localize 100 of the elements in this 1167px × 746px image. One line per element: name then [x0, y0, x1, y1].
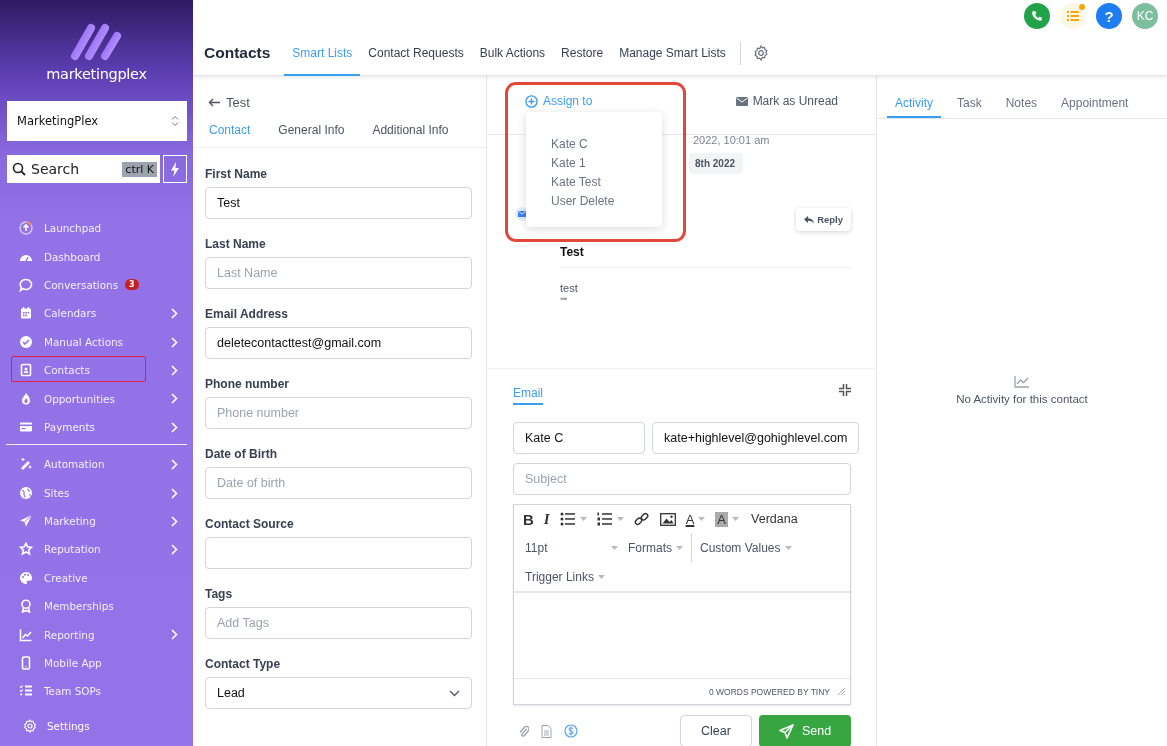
image-icon[interactable] — [659, 512, 676, 526]
assign-button[interactable]: Assign to — [525, 94, 593, 108]
address-book-icon — [19, 363, 33, 378]
field-label: Phone number — [205, 377, 290, 391]
message-subject: Test — [560, 245, 851, 268]
caret-down-icon — [611, 545, 618, 550]
chart-icon — [19, 627, 33, 642]
activity-tab[interactable]: Notes — [997, 90, 1046, 118]
star-icon — [19, 542, 33, 557]
nav-tab[interactable]: Bulk Actions — [471, 31, 554, 76]
sidebar-item[interactable]: Memberships — [0, 592, 193, 621]
account-select[interactable]: MarketingPlex — [7, 101, 187, 141]
input-field[interactable] — [205, 537, 472, 569]
dropdown-item[interactable]: User Delete — [551, 194, 662, 213]
notification-badge: 3 — [125, 279, 139, 291]
field-label: First Name — [205, 167, 269, 181]
sidebar-item[interactable]: Automation — [0, 450, 193, 479]
collapse-icon[interactable] — [839, 384, 851, 396]
caret-down-icon — [698, 517, 706, 521]
input-field[interactable]: deletecontacttest@gmail.com — [205, 327, 472, 359]
detail-tab[interactable]: Additional Info — [364, 115, 457, 147]
highlight-color-button[interactable]: A — [715, 511, 729, 527]
nav-tab[interactable]: Contact Requests — [360, 31, 472, 76]
paper-plane-icon — [778, 723, 794, 739]
input-field[interactable]: Test — [205, 187, 472, 219]
input-field[interactable]: Phone number — [205, 397, 472, 429]
phone-button[interactable] — [1024, 3, 1050, 29]
input-field[interactable]: Add Tags — [205, 607, 472, 639]
quick-action-button[interactable] — [163, 155, 187, 183]
dollar-circle-icon[interactable] — [564, 724, 578, 738]
nav-tab[interactable]: Restore — [553, 31, 612, 76]
numbered-list-icon[interactable] — [596, 512, 613, 526]
nav-tab[interactable]: Manage Smart Lists — [611, 31, 734, 76]
italic-button[interactable]: I — [543, 510, 550, 528]
dropdown-item[interactable]: Kate Test — [551, 175, 662, 194]
sidebar-item[interactable]: Settings — [23, 719, 90, 733]
ribbon-icon — [19, 599, 33, 614]
send-button[interactable]: Send — [759, 715, 851, 746]
activity-tab[interactable]: Task — [949, 90, 990, 118]
toolbar-menu[interactable]: Trigger Links — [525, 569, 605, 584]
caret-down-icon — [784, 545, 792, 550]
text-color-button[interactable]: A — [685, 511, 695, 527]
document-icon[interactable] — [541, 724, 552, 738]
phone-icon — [19, 656, 33, 671]
sidebar-item[interactable]: Manual Actions — [0, 327, 193, 356]
toolbar-menu[interactable]: Custom Values — [700, 540, 792, 555]
channel-tab[interactable]: Email — [513, 375, 543, 405]
input-field[interactable]: Date of birth — [205, 467, 472, 499]
paperclip-icon[interactable] — [519, 724, 529, 738]
word-count: 0 WORDS POWERED BY TINY — [708, 686, 830, 697]
input-field[interactable]: kate+highlevel@gohighlevel.com — [652, 422, 860, 454]
check-circle-icon — [19, 334, 33, 349]
sidebar-item[interactable]: Payments — [0, 412, 193, 442]
sidebar-item[interactable]: Launchpad — [0, 214, 193, 243]
detail-tab[interactable]: Contact — [201, 115, 259, 147]
field-label: Contact Source — [205, 517, 295, 531]
mark-unread-button[interactable]: Mark as Unread — [735, 94, 838, 108]
sidebar-item[interactable]: Creative — [0, 563, 193, 593]
input-field[interactable]: Subject — [513, 463, 851, 495]
back-link[interactable]: Test — [193, 76, 486, 110]
help-button[interactable]: ? — [1096, 3, 1122, 29]
dropdown-item[interactable]: Kate C — [551, 137, 662, 156]
activity-tab[interactable]: Appointment — [1053, 90, 1137, 118]
sidebar-item[interactable]: Team SOPs — [0, 677, 193, 706]
sidebar-item[interactable]: Dashboard — [0, 242, 193, 271]
flame-icon — [19, 391, 33, 406]
sidebar-item[interactable]: Calendars — [0, 299, 193, 328]
sidebar-item[interactable]: Reporting — [0, 620, 193, 649]
font-menu[interactable]: Verdana — [751, 512, 798, 526]
search-field[interactable]: Search ctrl K — [7, 155, 160, 183]
activity-tab[interactable]: Activity — [887, 90, 941, 118]
sidebar-item[interactable]: Marketing — [0, 506, 193, 536]
input-field[interactable]: Kate C — [513, 422, 645, 454]
font-size-menu[interactable]: 11pt — [525, 540, 618, 555]
field-label: Last Name — [205, 237, 267, 251]
field-label: Email Address — [205, 307, 289, 321]
settings-icon[interactable] — [752, 45, 769, 61]
bold-button[interactable]: B — [523, 510, 534, 528]
detail-tab[interactable]: General Info — [270, 115, 353, 147]
sidebar-item[interactable]: Sites — [0, 478, 193, 507]
reply-button[interactable]: Reply — [796, 208, 851, 231]
sidebar-item[interactable]: Opportunities — [0, 384, 193, 413]
message-time: 2022, 10:01 am — [693, 135, 770, 148]
input-field[interactable]: Last Name — [205, 257, 472, 289]
select-field[interactable]: Lead — [205, 677, 472, 709]
sidebar-item[interactable]: Conversations 3 — [0, 270, 193, 300]
sidebar-item[interactable]: Reputation — [0, 535, 193, 564]
chevron-down-icon — [449, 689, 460, 697]
caret-down-icon — [579, 517, 587, 521]
nav-tab[interactable]: Smart Lists — [284, 31, 361, 76]
sidebar-item[interactable]: Mobile App — [0, 648, 193, 678]
clear-button[interactable]: Clear — [680, 715, 752, 746]
plus-circle-icon — [525, 94, 538, 108]
resize-handle-icon — [838, 688, 845, 695]
sidebar-item[interactable]: Contacts — [0, 355, 193, 385]
globe-icon — [19, 485, 33, 500]
toolbar-menu[interactable]: Formats — [628, 540, 683, 555]
bullet-list-icon[interactable] — [559, 512, 576, 526]
dropdown-item[interactable]: Kate 1 — [551, 156, 662, 175]
link-icon[interactable] — [633, 512, 650, 526]
